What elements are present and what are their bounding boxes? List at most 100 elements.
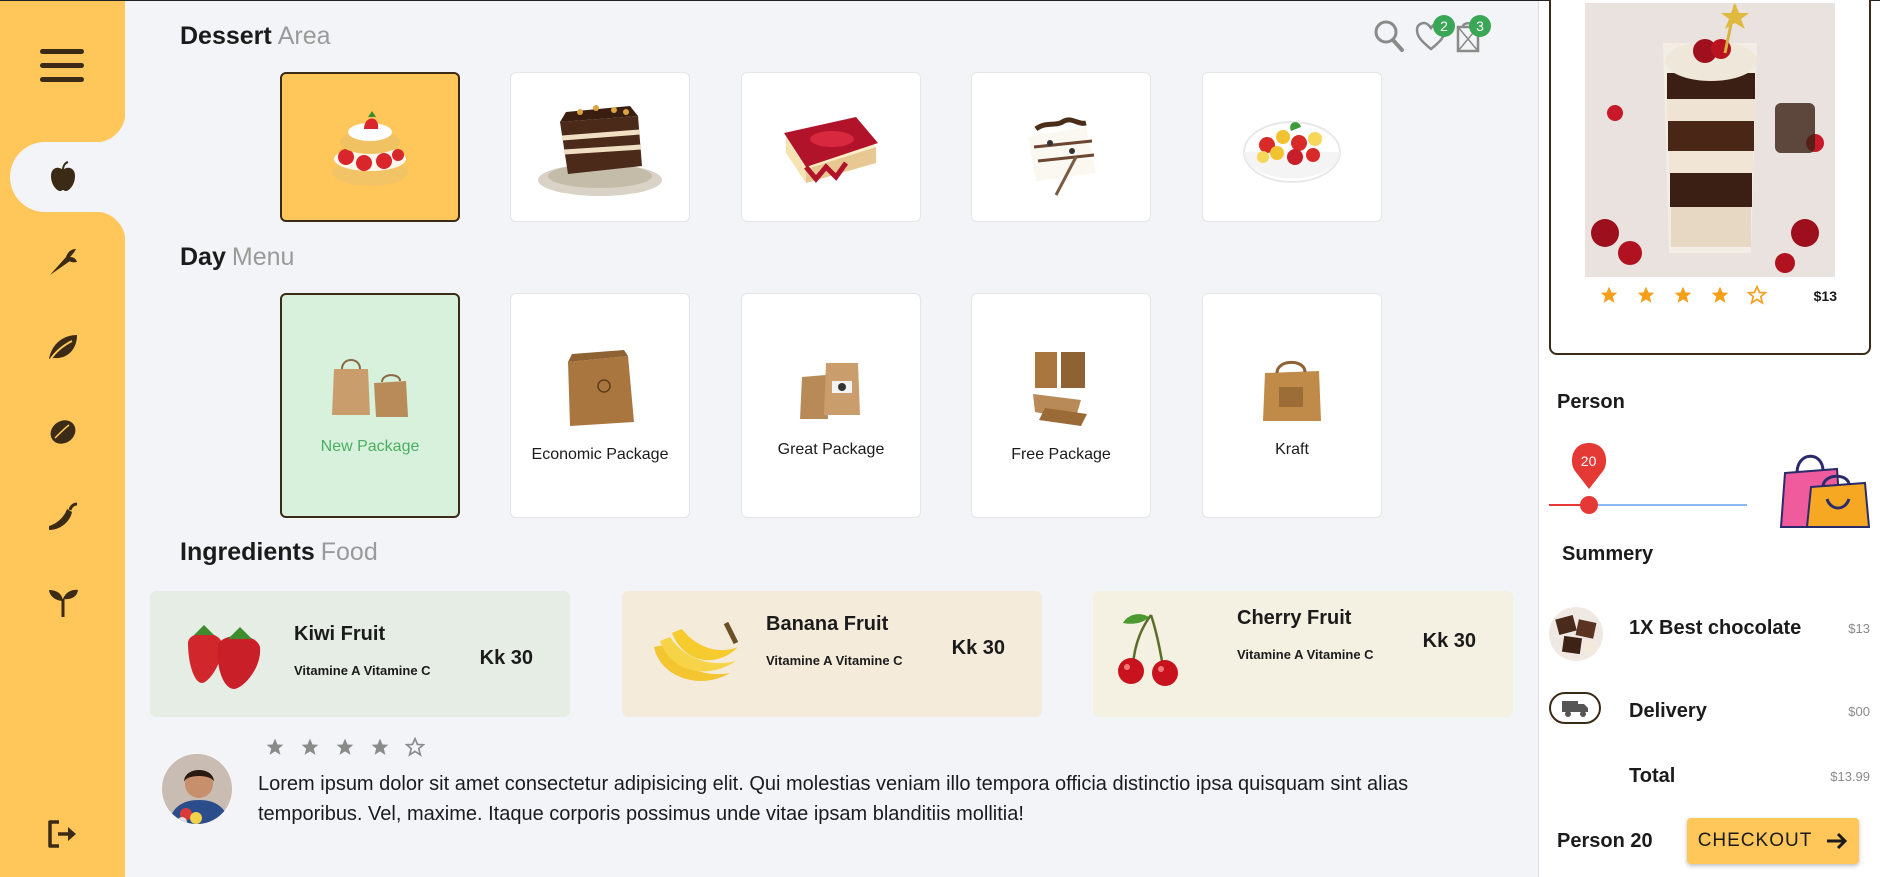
- logout-icon[interactable]: [45, 816, 81, 852]
- checkout-button[interactable]: CHECKOUT: [1687, 818, 1859, 864]
- package-card-kraft[interactable]: Kraft: [1202, 293, 1382, 518]
- ingredient-card-cherry[interactable]: Cherry Fruit Vitamine A Vitamine C Kk 30: [1093, 591, 1513, 717]
- featured-rating: [1599, 285, 1767, 305]
- cart-icon[interactable]: 3: [1455, 15, 1491, 58]
- great-package-image: [800, 362, 860, 419]
- star-filled-icon: [1674, 286, 1692, 303]
- ingredient-card-kiwi[interactable]: Kiwi Fruit Vitamine A Vitamine C Kk 30: [150, 591, 570, 717]
- star-filled-icon: [1637, 286, 1655, 303]
- cherry-image: [1118, 614, 1178, 686]
- sprout-icon[interactable]: [45, 584, 81, 620]
- star-filled-icon: [301, 738, 319, 755]
- dessert-card-ice-cream-cake[interactable]: [971, 72, 1151, 222]
- package-label: New Package: [320, 438, 420, 455]
- shortcake-image: [332, 111, 408, 186]
- package-label: Great Package: [777, 440, 885, 458]
- package-card-great[interactable]: Great Package: [741, 293, 921, 518]
- slider-thumb[interactable]: [1579, 496, 1598, 514]
- layer-cake-image: [538, 105, 662, 196]
- sidebar: [0, 1, 125, 877]
- person-summary: Person 20: [1557, 830, 1653, 852]
- package-card-new[interactable]: New Package: [280, 293, 460, 518]
- new-package-image: [332, 359, 408, 417]
- total-price: $13.99: [1830, 769, 1870, 784]
- checkout-label: CHECKOUT: [1697, 830, 1813, 851]
- kraft-package-image: [1263, 360, 1321, 421]
- package-card-free[interactable]: Free Package: [971, 293, 1151, 518]
- ingredient-price: Kk 30: [479, 647, 533, 669]
- ice-cream-cake-image: [1028, 117, 1096, 196]
- dessert-card-layer-cake[interactable]: [510, 72, 690, 222]
- ingredient-vitamins: Vitamine A Vitamine C: [1237, 647, 1374, 662]
- slider-value: 20: [1580, 453, 1597, 469]
- star-filled-icon: [266, 738, 284, 755]
- ingredient-card-banana[interactable]: Banana Fruit Vitamine A Vitamine C Kk 30: [622, 591, 1042, 717]
- chocolate-thumbnail: [1549, 607, 1603, 661]
- lemon-icon[interactable]: [45, 414, 81, 450]
- top-icons: 2 3: [1373, 15, 1513, 59]
- star-empty-icon: [405, 737, 425, 757]
- order-panel: $13 Person 20 Summery 1X Best chocolate …: [1538, 0, 1880, 877]
- day-title: Day: [180, 243, 226, 271]
- ingredient-name: Banana Fruit: [766, 613, 889, 635]
- featured-dessert-image: [1585, 3, 1835, 277]
- heart-icon[interactable]: 2: [1415, 15, 1455, 56]
- summary-item-price: $13: [1848, 621, 1870, 636]
- ingredients-title: Ingredients: [180, 538, 315, 566]
- apple-icon[interactable]: [45, 159, 81, 195]
- star-filled-icon: [371, 738, 389, 755]
- dessert-card-fruit-salad[interactable]: [1202, 72, 1382, 222]
- package-label: Free Package: [1011, 445, 1111, 463]
- day-subtitle: Menu: [231, 243, 295, 271]
- ingredient-price: Kk 30: [951, 637, 1005, 659]
- main-content: Dessert Area 2 3 Day Menu New Package Ec…: [125, 1, 1538, 877]
- dessert-subtitle: Area: [277, 22, 331, 50]
- star-empty-icon: [1747, 285, 1767, 305]
- star-filled-icon: [1600, 286, 1618, 303]
- dessert-card-cheesecake[interactable]: [741, 72, 921, 222]
- star-filled-icon: [336, 738, 354, 755]
- ingredient-name: Cherry Fruit: [1237, 607, 1352, 629]
- free-package-image: [1033, 351, 1087, 426]
- day-section-title: Day Menu: [180, 243, 294, 272]
- delivery-label: Delivery: [1629, 700, 1707, 722]
- ingredient-price: Kk 30: [1422, 630, 1476, 652]
- dessert-title: Dessert: [180, 22, 272, 50]
- summary-item-label: 1X Best chocolate: [1629, 617, 1802, 639]
- cheesecake-image: [784, 117, 878, 183]
- ingredient-name: Kiwi Fruit: [294, 623, 386, 645]
- package-label: Kraft: [1275, 440, 1309, 458]
- summary-label: Summery: [1562, 543, 1654, 565]
- ingredients-section-title: Ingredients Food: [180, 538, 378, 567]
- person-slider[interactable]: [1549, 496, 1747, 514]
- review-text: Lorem ipsum dolor sit amet consectetur a…: [258, 773, 1409, 825]
- favorites-badge: 2: [1433, 15, 1455, 37]
- package-card-economic[interactable]: Economic Package: [510, 293, 690, 518]
- star-filled-icon: [1711, 286, 1729, 303]
- package-label: Economic Package: [531, 445, 669, 463]
- chili-icon[interactable]: [45, 499, 81, 535]
- person-label: Person: [1557, 391, 1625, 413]
- strawberry-image: [188, 625, 261, 689]
- menu-icon[interactable]: [40, 49, 84, 89]
- arrow-right-icon: [1827, 832, 1848, 850]
- search-icon[interactable]: [1373, 19, 1405, 58]
- ingredient-vitamins: Vitamine A Vitamine C: [294, 663, 431, 678]
- review-rating: [265, 737, 425, 757]
- leaf-icon[interactable]: [45, 329, 81, 365]
- featured-price: $13: [1813, 288, 1837, 304]
- ingredients-subtitle: Food: [320, 538, 378, 566]
- dessert-card-shortcake[interactable]: [280, 72, 460, 222]
- cart-badge: 3: [1469, 15, 1491, 37]
- fruit-salad-image: [1243, 121, 1341, 183]
- total-label: Total: [1629, 765, 1676, 787]
- shopping-bags-icon: [1779, 454, 1871, 528]
- carrot-icon[interactable]: [45, 244, 81, 280]
- delivery-truck-icon: [1549, 692, 1601, 724]
- ingredient-vitamins: Vitamine A Vitamine C: [766, 653, 903, 668]
- banana-image: [654, 621, 739, 681]
- featured-product-card[interactable]: $13: [1549, 0, 1871, 355]
- delivery-price: $00: [1848, 704, 1870, 719]
- dessert-section-title: Dessert Area: [180, 22, 331, 51]
- slider-value-pin: 20: [1569, 441, 1609, 491]
